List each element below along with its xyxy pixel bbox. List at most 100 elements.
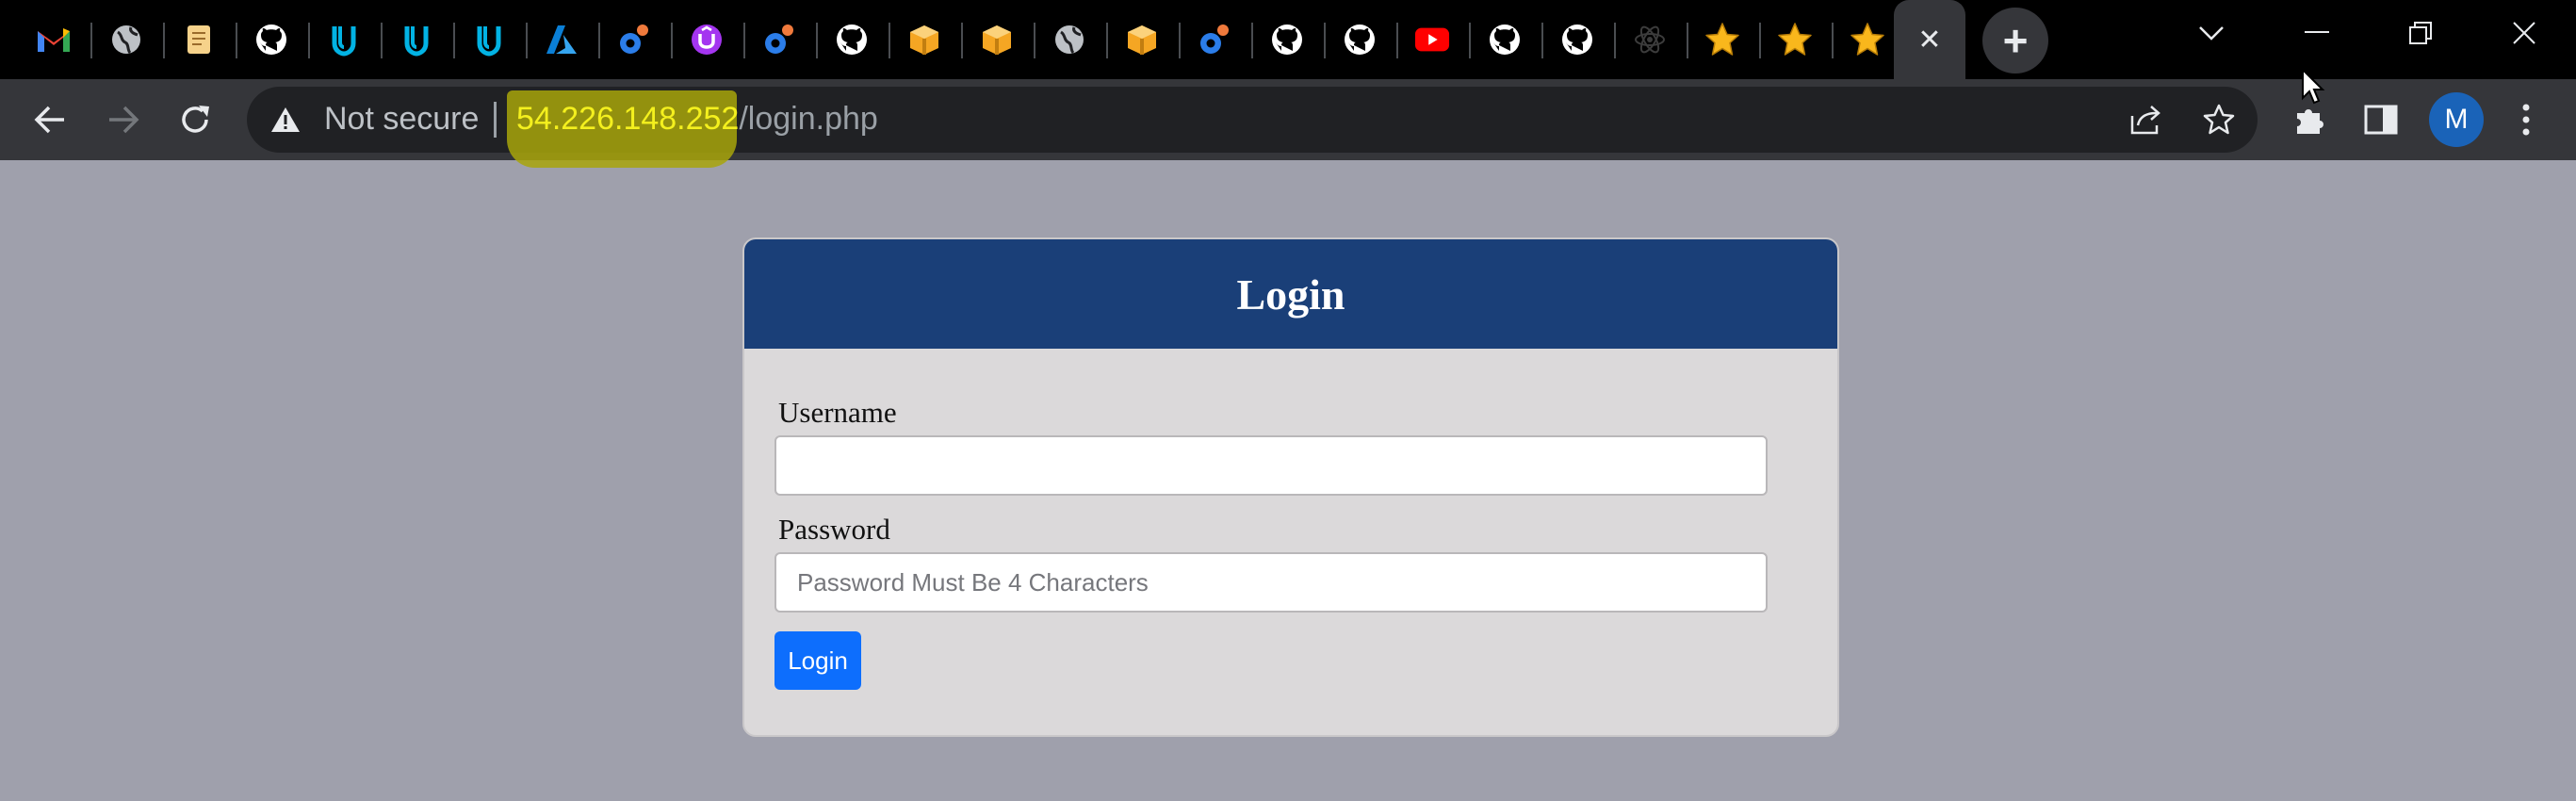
profile-avatar[interactable]: M	[2429, 92, 2484, 147]
tab-separator	[1106, 23, 1108, 58]
tab-separator	[1251, 23, 1253, 58]
share-button[interactable]	[2120, 94, 2171, 145]
browser-tab[interactable]	[1760, 0, 1830, 79]
globe-icon	[108, 22, 144, 57]
tab-separator	[1469, 23, 1471, 58]
browser-tab[interactable]	[599, 0, 669, 79]
star-icon	[1704, 22, 1740, 57]
browser-tab[interactable]	[19, 0, 89, 79]
tab-separator	[163, 23, 165, 58]
tab-separator	[671, 23, 673, 58]
grammarly-icon	[1197, 22, 1232, 57]
tab-separator	[1034, 23, 1035, 58]
github-icon	[834, 22, 870, 57]
tab-search-button[interactable]	[2160, 0, 2263, 66]
tab-separator	[1396, 23, 1398, 58]
box-icon	[906, 22, 942, 57]
gmail-icon	[36, 22, 72, 57]
forward-button[interactable]	[98, 94, 149, 145]
omnibox-divider	[494, 102, 497, 138]
github-icon	[1559, 22, 1595, 57]
browser-tab[interactable]	[1035, 0, 1104, 79]
tab-separator	[1614, 23, 1616, 58]
browser-tab[interactable]	[889, 0, 959, 79]
reload-icon	[182, 106, 209, 133]
close-tab-icon[interactable]: ✕	[1917, 24, 1941, 57]
tab-strip: ✕ +	[0, 0, 2576, 79]
grammarly-icon	[761, 22, 797, 57]
github-icon	[1342, 22, 1378, 57]
menu-button[interactable]	[2501, 94, 2552, 145]
restore-button[interactable]	[2369, 0, 2472, 66]
chevron-down-icon	[2199, 26, 2224, 41]
browser-tab[interactable]	[962, 0, 1032, 79]
browser-tab[interactable]	[1833, 0, 1902, 79]
globe-icon	[1052, 22, 1087, 57]
browser-tab[interactable]	[1687, 0, 1757, 79]
browser-tab[interactable]	[1615, 0, 1685, 79]
tab-separator	[816, 23, 818, 58]
username-input[interactable]	[774, 435, 1768, 496]
login-button[interactable]: Login	[774, 631, 861, 690]
udacity-icon	[471, 22, 507, 57]
url-text[interactable]: 54.226.148.252/login.php	[516, 98, 878, 139]
login-card: Login Username Password Login	[742, 237, 1839, 737]
new-tab-button[interactable]: +	[1982, 8, 2048, 74]
minimize-button[interactable]	[2265, 0, 2369, 66]
browser-tab[interactable]	[1180, 0, 1249, 79]
back-button[interactable]	[24, 94, 75, 145]
box-icon	[979, 22, 1015, 57]
bookmark-button[interactable]	[2193, 94, 2244, 145]
security-label[interactable]: Not secure	[324, 98, 479, 139]
udacity-icon	[399, 22, 434, 57]
tab-separator	[1541, 23, 1543, 58]
browser-tab[interactable]	[744, 0, 814, 79]
side-panel-button[interactable]	[2356, 94, 2406, 145]
tab-separator	[1179, 23, 1181, 58]
tab-separator	[889, 23, 890, 58]
password-input[interactable]	[774, 552, 1768, 613]
restore-icon	[2409, 22, 2432, 44]
browser-tab[interactable]	[164, 0, 234, 79]
active-tab[interactable]: ✕	[1894, 0, 1965, 79]
star-icon	[1777, 22, 1813, 57]
forward-arrow-icon	[109, 106, 139, 134]
browser-tab[interactable]	[309, 0, 379, 79]
star-outline-icon	[2203, 104, 2235, 135]
browser-tab[interactable]	[672, 0, 742, 79]
browser-tab[interactable]	[527, 0, 596, 79]
password-label: Password	[778, 513, 890, 546]
browser-tab[interactable]	[1325, 0, 1394, 79]
kebab-menu-icon	[2522, 104, 2530, 136]
tab-separator	[743, 23, 745, 58]
browser-tab[interactable]	[817, 0, 887, 79]
notes-icon	[181, 22, 217, 57]
tab-separator	[598, 23, 600, 58]
tab-separator	[1324, 23, 1326, 58]
login-title: Login	[1236, 270, 1345, 319]
browser-tab[interactable]	[454, 0, 524, 79]
back-arrow-icon	[34, 106, 64, 134]
plus-icon: +	[2002, 16, 2029, 65]
youtube-icon	[1414, 22, 1450, 57]
browser-tab[interactable]	[236, 0, 306, 79]
azure-icon	[544, 22, 579, 57]
star-icon	[1850, 22, 1885, 57]
close-window-button[interactable]	[2472, 0, 2576, 66]
side-panel-icon	[2364, 105, 2398, 135]
browser-tab[interactable]	[1107, 0, 1177, 79]
share-icon	[2130, 106, 2160, 135]
browser-tab[interactable]	[1470, 0, 1540, 79]
minimize-icon	[2305, 31, 2329, 33]
u-circle-icon	[689, 22, 725, 57]
github-icon	[1269, 22, 1305, 57]
login-card-header: Login	[744, 239, 1837, 349]
browser-tab[interactable]	[1252, 0, 1322, 79]
github-icon	[1487, 22, 1523, 57]
browser-tab[interactable]	[382, 0, 451, 79]
tab-separator	[526, 23, 528, 58]
browser-tab[interactable]	[1397, 0, 1467, 79]
browser-tab[interactable]	[1542, 0, 1612, 79]
browser-tab[interactable]	[91, 0, 161, 79]
reload-button[interactable]	[170, 94, 220, 145]
